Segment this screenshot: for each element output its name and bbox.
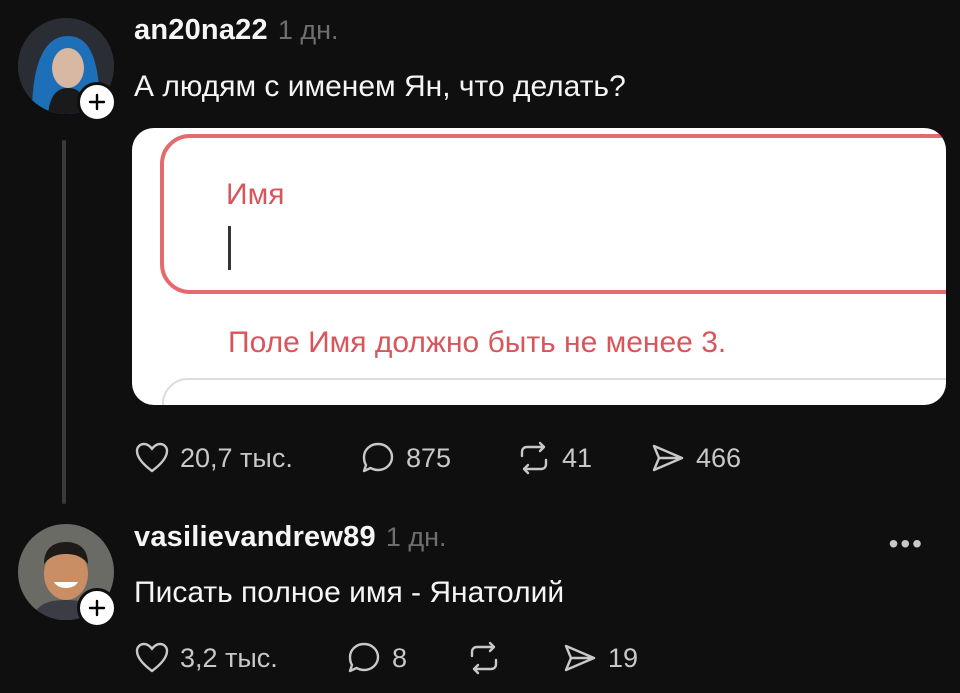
like-count: 3,2 тыс. — [180, 642, 278, 673]
send-icon — [652, 444, 684, 472]
repost-icon — [470, 641, 498, 675]
like-button[interactable]: 20,7 тыс. — [134, 440, 360, 476]
text-caret — [228, 226, 231, 270]
follow-button[interactable] — [77, 588, 117, 628]
name-input-field: Имя — [160, 134, 946, 294]
plus-icon — [88, 93, 106, 111]
post-text: А людям с именем Ян, что делать? — [134, 70, 626, 103]
post-actions: 20,7 тыс. 875 41 466 — [134, 440, 741, 476]
comment-icon — [362, 442, 394, 473]
field-label: Имя — [226, 178, 285, 211]
post-header: vasilievandrew89 1 дн. — [134, 521, 447, 554]
follow-button[interactable] — [77, 82, 117, 122]
send-icon — [564, 644, 596, 672]
plus-icon — [88, 599, 106, 617]
share-count: 19 — [608, 642, 639, 673]
share-button[interactable]: 466 — [650, 440, 741, 476]
heart-icon — [135, 642, 169, 673]
comment-count: 875 — [406, 442, 452, 473]
repost-button[interactable] — [466, 640, 562, 676]
timestamp: 1 дн. — [277, 15, 339, 45]
share-count: 466 — [696, 442, 742, 473]
like-button[interactable]: 3,2 тыс. — [134, 640, 346, 676]
timestamp: 1 дн. — [385, 522, 447, 552]
comment-count: 8 — [392, 642, 408, 673]
heart-icon — [135, 442, 169, 473]
comment-button[interactable]: 8 — [346, 640, 466, 676]
post-actions: 3,2 тыс. 8 19 — [134, 640, 638, 676]
like-count: 20,7 тыс. — [180, 442, 293, 473]
error-message: Поле Имя должно быть не менее 3. — [228, 326, 727, 359]
comment-icon — [348, 642, 380, 673]
repost-button[interactable]: 41 — [516, 440, 650, 476]
thread-line — [62, 140, 66, 504]
username[interactable]: an20na22 — [134, 14, 268, 47]
post-header: an20na22 1 дн. — [134, 14, 339, 47]
repost-count: 41 — [562, 442, 593, 473]
comment-button[interactable]: 875 — [360, 440, 516, 476]
username[interactable]: vasilievandrew89 — [134, 521, 376, 554]
embedded-image[interactable]: Имя Поле Имя должно быть не менее 3. — [132, 128, 946, 405]
next-input-field — [162, 378, 946, 405]
more-options-button[interactable]: ••• — [889, 528, 924, 560]
post-text: Писать полное имя - Янатолий — [134, 576, 565, 609]
repost-icon — [520, 441, 548, 475]
share-button[interactable]: 19 — [562, 640, 638, 676]
